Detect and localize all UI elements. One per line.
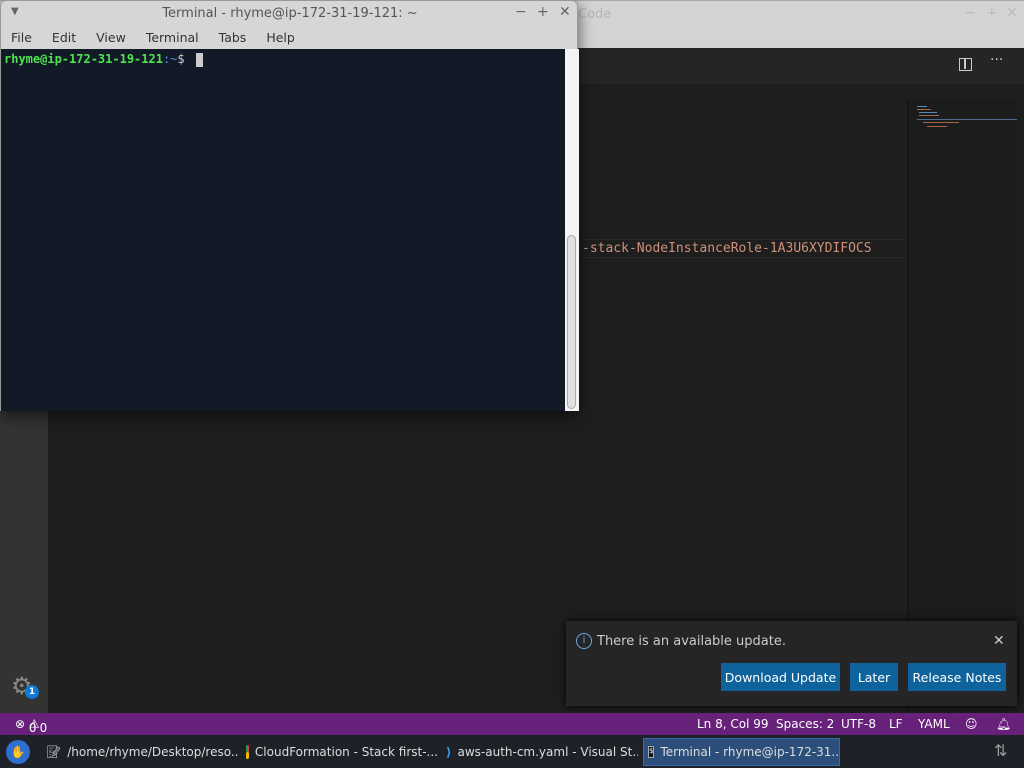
close-button[interactable]: ✕ [1006,5,1018,21]
code-line[interactable]: -stack-NodeInstanceRole-1A3U6XYDIFOCS [582,239,906,258]
menu-file[interactable]: File [1,26,42,49]
scrollbar-thumb[interactable] [567,235,576,409]
menu-help[interactable]: Help [256,26,305,49]
maximize-button[interactable]: + [986,5,998,21]
language-mode[interactable]: YAML [918,717,950,731]
update-notification: i There is an available update. ✕ Downlo… [566,621,1017,706]
notifications-bell-icon[interactable]: 🔔︎ [996,717,1011,731]
prompt-user: rhyme@ip-172-31-19-121 [4,52,163,66]
taskbar-item-editor[interactable]: 📝︎/home/rhyme/Desktop/reso... [42,738,238,766]
taskbar-item-vscode[interactable]: ⟩ aws-auth-cm.yaml - Visual St... [442,738,638,766]
encoding[interactable]: UTF-8 [841,717,876,731]
cursor [195,52,203,67]
status-bar: ⊗ 0 ⚠ 0 Ln 8, Col 99 Spaces: 2 UTF-8 LF … [0,713,1024,735]
feedback-icon[interactable]: ☺ [965,717,978,731]
terminal-close-button[interactable]: ✕ [559,4,571,20]
terminal-icon: $ [648,746,655,758]
terminal-window: ▼ Terminal - rhyme@ip-172-31-19-121: ~ −… [0,0,579,411]
download-update-button[interactable]: Download Update [721,663,840,691]
cursor-position[interactable]: Ln 8, Col 99 [697,717,769,731]
more-actions-icon[interactable]: ··· [990,52,1003,68]
terminal-menubar: File Edit View Terminal Tabs Help [1,26,305,49]
minimize-button[interactable]: − [964,5,976,21]
vscode-icon: ⟩ [446,745,452,759]
split-editor-icon[interactable] [959,58,972,71]
info-icon: i [576,633,592,649]
notification-message: There is an available update. [597,634,786,649]
start-menu-icon[interactable]: ✋ [6,740,30,764]
menu-tabs[interactable]: Tabs [209,26,257,49]
close-notification-icon[interactable]: ✕ [993,633,1005,649]
later-button[interactable]: Later [850,663,898,691]
terminal-title: Terminal - rhyme@ip-172-31-19-121: ~ [162,6,418,21]
chrome-icon [246,745,249,759]
prompt-symbol: $ [177,52,185,66]
vscode-title: Code [578,7,612,22]
taskbar-item-terminal[interactable]: $ Terminal - rhyme@ip-172-31... [643,738,840,766]
menu-terminal[interactable]: Terminal [136,26,209,49]
text-editor-icon: 📝︎ [46,745,62,759]
network-icon[interactable]: ⇅ [994,741,1007,760]
problems-indicator[interactable]: ⊗ 0 ⚠ 0 [15,717,47,735]
taskbar: ✋ 📝︎/home/rhyme/Desktop/reso... CloudFor… [0,735,1024,768]
terminal-content[interactable]: rhyme@ip-172-31-19-121:~$ [1,49,565,411]
terminal-maximize-button[interactable]: + [537,4,549,20]
prompt-path: :~ [162,52,178,66]
menu-edit[interactable]: Edit [42,26,86,49]
indentation[interactable]: Spaces: 2 [776,717,834,731]
release-notes-button[interactable]: Release Notes [908,663,1006,691]
settings-badge: 1 [25,685,39,699]
line-ending[interactable]: LF [889,717,903,731]
menu-view[interactable]: View [86,26,136,49]
terminal-minimize-button[interactable]: − [515,4,527,20]
taskbar-item-chrome[interactable]: CloudFormation - Stack first-... [242,738,438,766]
